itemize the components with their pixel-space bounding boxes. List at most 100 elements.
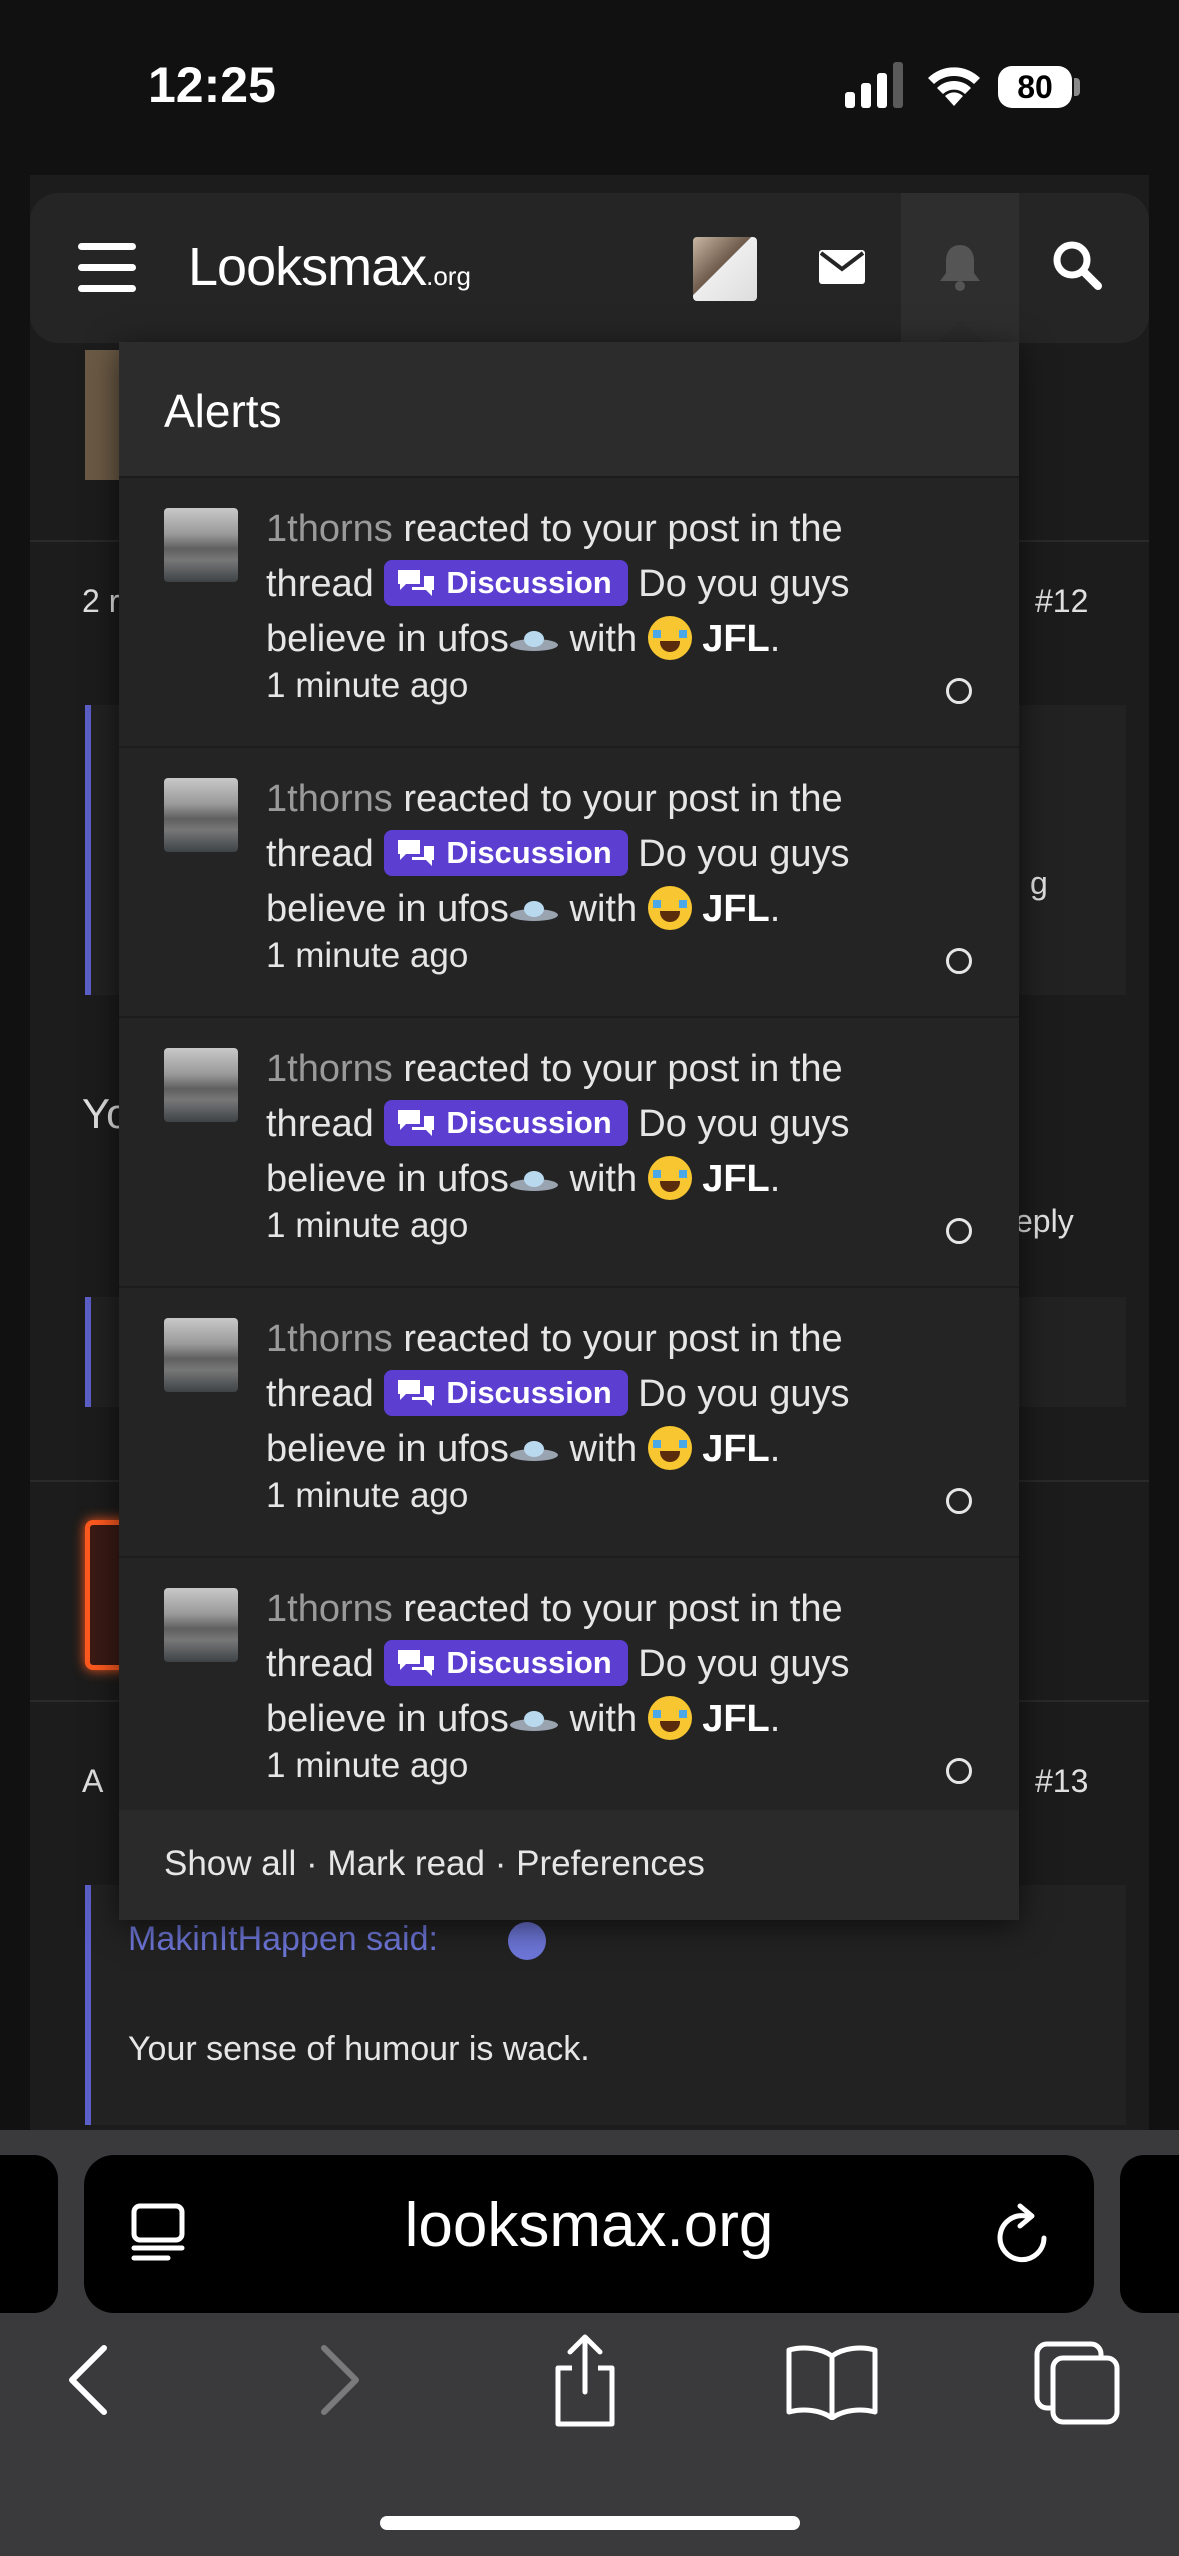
battery-indicator: 80 xyxy=(998,66,1072,108)
alert-username[interactable]: 1thorns xyxy=(266,1048,393,1090)
forward-icon[interactable] xyxy=(316,2340,366,2420)
reaction-name: JFL xyxy=(702,1158,770,1200)
share-icon[interactable] xyxy=(548,2330,622,2430)
wifi-icon xyxy=(928,67,980,106)
reader-mode-icon[interactable] xyxy=(128,2202,188,2264)
reaction-name: JFL xyxy=(702,888,770,930)
bell-icon[interactable] xyxy=(938,243,982,291)
thread-prefix-badge: Discussion xyxy=(384,1099,628,1146)
quote-body: Your sense of humour is wack. xyxy=(128,2030,590,2068)
thread-prefix-badge: Discussion xyxy=(384,559,628,606)
crying-laughing-emoji-icon xyxy=(647,1695,692,1740)
alert-username[interactable]: 1thorns xyxy=(266,1588,393,1630)
post-number[interactable]: #12 xyxy=(1035,583,1088,620)
alert-with: with xyxy=(569,1158,638,1200)
thread-prefix-badge: Discussion xyxy=(384,1369,628,1416)
ufo-emoji-icon xyxy=(509,1170,558,1191)
user-avatar[interactable] xyxy=(693,237,757,301)
alert-username[interactable]: 1thorns xyxy=(266,778,393,820)
site-logo[interactable]: Looksmax.org xyxy=(188,236,471,298)
back-icon[interactable] xyxy=(62,2340,112,2420)
mark-read-toggle[interactable] xyxy=(946,1218,972,1244)
alert-text[interactable]: 1thorns reacted to your post in the thre… xyxy=(266,502,946,667)
alert-item[interactable]: 1thorns reacted to your post in the thre… xyxy=(119,1018,1019,1288)
post-avatar xyxy=(85,350,121,480)
address-bar-url[interactable]: looksmax.org xyxy=(84,2190,1094,2261)
alert-with: with xyxy=(569,618,638,660)
dropdown-caret xyxy=(937,320,985,342)
alert-text[interactable]: 1thorns reacted to your post in the thre… xyxy=(266,1582,946,1747)
chat-bubbles-icon xyxy=(398,569,435,596)
alert-user-avatar[interactable] xyxy=(164,1048,238,1122)
status-time: 12:25 xyxy=(148,57,276,113)
bookmarks-icon[interactable] xyxy=(785,2340,879,2420)
alert-username[interactable]: 1thorns xyxy=(266,508,393,550)
previous-tab-preview[interactable] xyxy=(0,2155,58,2313)
alert-with: with xyxy=(569,888,638,930)
chat-bubbles-icon xyxy=(398,839,435,866)
crying-laughing-emoji-icon xyxy=(647,615,692,660)
next-tab-preview[interactable] xyxy=(1120,2155,1179,2313)
envelope-icon[interactable] xyxy=(819,250,865,284)
search-icon[interactable] xyxy=(1052,240,1102,290)
separator: · xyxy=(494,1844,507,1883)
hamburger-menu-icon[interactable] xyxy=(78,243,136,293)
chat-bubbles-icon xyxy=(398,1649,435,1676)
alert-time: 1 minute ago xyxy=(266,666,469,705)
mark-read-link[interactable]: Mark read xyxy=(327,1844,485,1883)
crying-laughing-emoji-icon xyxy=(647,885,692,930)
alerts-footer-links: Show all · Mark read · Preferences xyxy=(164,1844,705,1884)
reply-link[interactable]: eply xyxy=(1015,1203,1074,1240)
alerts-dropdown: Alerts 1thorns reacted to your post in t… xyxy=(119,342,1019,1920)
reaction-name: JFL xyxy=(702,618,770,660)
post-number[interactable]: #13 xyxy=(1035,1763,1088,1800)
reload-icon[interactable] xyxy=(992,2200,1054,2266)
alert-text[interactable]: 1thorns reacted to your post in the thre… xyxy=(266,1042,946,1207)
reaction-name: JFL xyxy=(702,1698,770,1740)
battery-tip xyxy=(1074,78,1080,96)
alert-item[interactable]: 1thorns reacted to your post in the thre… xyxy=(119,748,1019,1018)
preferences-link[interactable]: Preferences xyxy=(516,1844,705,1883)
alert-item[interactable]: 1thorns reacted to your post in the thre… xyxy=(119,478,1019,748)
alerts-header: Alerts xyxy=(119,342,1019,478)
reaction-name: JFL xyxy=(702,1428,770,1470)
chat-bubbles-icon xyxy=(398,1379,435,1406)
alerts-footer: Show all · Mark read · Preferences xyxy=(119,1810,1019,1920)
alert-time: 1 minute ago xyxy=(266,936,469,975)
quote-text: g xyxy=(1030,865,1048,901)
alert-text[interactable]: 1thorns reacted to your post in the thre… xyxy=(266,772,946,937)
alert-item[interactable]: 1thorns reacted to your post in the thre… xyxy=(119,1558,1019,1828)
cellular-signal-icon xyxy=(845,62,903,108)
alert-with: with xyxy=(569,1428,638,1470)
crying-laughing-emoji-icon xyxy=(647,1155,692,1200)
mark-read-toggle[interactable] xyxy=(946,678,972,704)
chat-bubbles-icon xyxy=(398,1109,435,1136)
alert-text[interactable]: 1thorns reacted to your post in the thre… xyxy=(266,1312,946,1477)
mark-read-toggle[interactable] xyxy=(946,1758,972,1784)
alert-user-avatar[interactable] xyxy=(164,508,238,582)
ufo-emoji-icon xyxy=(509,900,558,921)
thread-prefix-badge: Discussion xyxy=(384,829,628,876)
ufo-emoji-icon xyxy=(509,1710,558,1731)
thread-prefix-badge: Discussion xyxy=(384,1639,628,1686)
jump-to-quote-icon[interactable] xyxy=(508,1922,546,1960)
post-meta: A xyxy=(82,1763,104,1799)
quote-author-link[interactable]: MakinItHappen said: xyxy=(128,1920,438,1959)
post-meta: 2 r xyxy=(82,583,120,619)
home-indicator[interactable] xyxy=(380,2516,800,2530)
alert-time: 1 minute ago xyxy=(266,1746,469,1785)
alert-time: 1 minute ago xyxy=(266,1206,469,1245)
tabs-icon[interactable] xyxy=(1033,2340,1121,2426)
alert-username[interactable]: 1thorns xyxy=(266,1318,393,1360)
ufo-emoji-icon xyxy=(509,1440,558,1461)
show-all-link[interactable]: Show all xyxy=(164,1844,296,1883)
alert-user-avatar[interactable] xyxy=(164,778,238,852)
crying-laughing-emoji-icon xyxy=(647,1425,692,1470)
ufo-emoji-icon xyxy=(509,630,558,651)
alert-item[interactable]: 1thorns reacted to your post in the thre… xyxy=(119,1288,1019,1558)
separator: · xyxy=(306,1844,318,1883)
mark-read-toggle[interactable] xyxy=(946,1488,972,1514)
alert-user-avatar[interactable] xyxy=(164,1588,238,1662)
alert-user-avatar[interactable] xyxy=(164,1318,238,1392)
mark-read-toggle[interactable] xyxy=(946,948,972,974)
